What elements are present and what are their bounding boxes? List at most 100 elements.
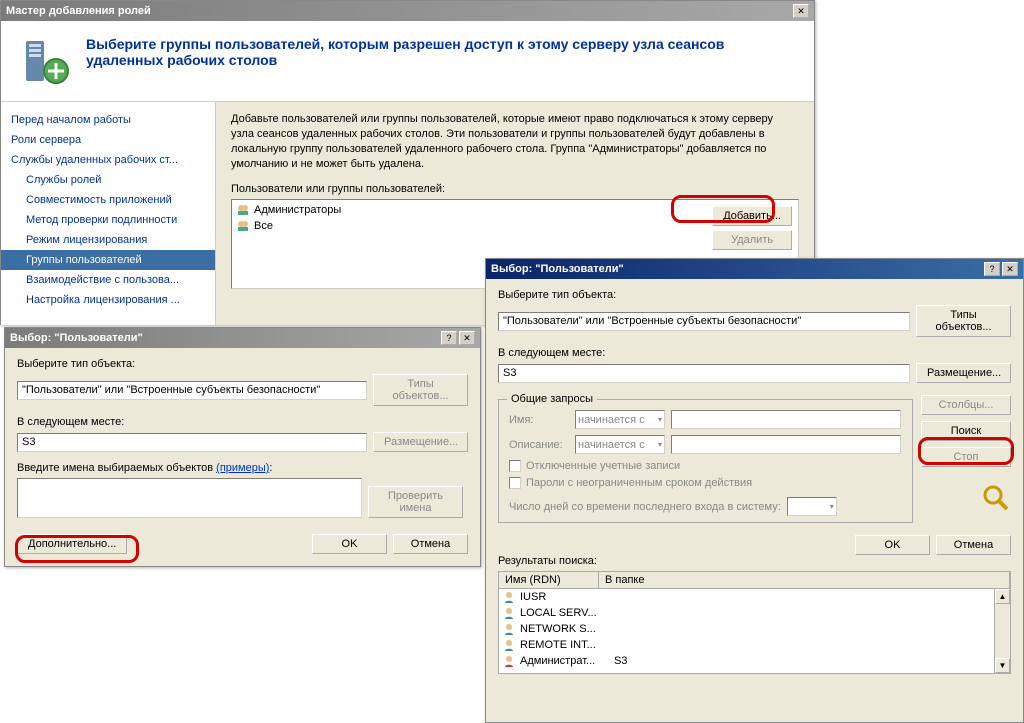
- close-icon[interactable]: ✕: [1002, 262, 1018, 276]
- col-folder[interactable]: В папке: [599, 572, 1010, 588]
- name-filter-input[interactable]: [671, 410, 901, 429]
- location-button[interactable]: Размещение...: [916, 363, 1011, 383]
- titlebar-buttons: ✕: [793, 4, 809, 18]
- dlg2-title: Выбор: "Пользователи": [491, 263, 624, 275]
- magnifier-icon: [981, 483, 1011, 513]
- result-item[interactable]: REMOTE INT...: [499, 637, 1010, 653]
- result-folder: S3: [614, 655, 627, 667]
- delete-button[interactable]: Удалить: [712, 230, 792, 250]
- cancel-button[interactable]: Отмена: [936, 535, 1011, 555]
- group-icon: [236, 219, 250, 233]
- dlg1-titlebar: Выбор: "Пользователи" ? ✕: [5, 328, 480, 348]
- checkbox-label: Отключенные учетные записи: [526, 460, 680, 472]
- nav-server-roles[interactable]: Роли сервера: [1, 130, 215, 150]
- nav-before-start[interactable]: Перед началом работы: [1, 110, 215, 130]
- object-type-field: "Пользователи" или "Встроенные субъекты …: [498, 312, 910, 331]
- wizard-description: Добавьте пользователей или группы пользо…: [231, 112, 799, 171]
- nav-licensing[interactable]: Режим лицензирования: [1, 230, 215, 250]
- search-button[interactable]: Поиск: [921, 421, 1011, 441]
- days-select[interactable]: [787, 497, 837, 516]
- dlg2-titlebar: Выбор: "Пользователи" ? ✕: [486, 259, 1023, 279]
- advanced-button[interactable]: Дополнительно...: [17, 534, 127, 554]
- close-icon[interactable]: ✕: [793, 4, 809, 18]
- stop-button[interactable]: Стоп: [921, 447, 1011, 467]
- result-item[interactable]: LOCAL SERV...: [499, 605, 1010, 621]
- name-condition-select[interactable]: начинается с: [575, 410, 665, 429]
- wizard-title: Мастер добавления ролей: [6, 5, 151, 17]
- server-role-icon: [21, 36, 71, 86]
- scrollbar[interactable]: ▲ ▼: [994, 589, 1010, 673]
- ok-button[interactable]: OK: [855, 535, 930, 555]
- result-item[interactable]: IUSR: [499, 589, 1010, 605]
- dlg1-title: Выбор: "Пользователи": [10, 332, 143, 344]
- user-icon: [502, 654, 516, 668]
- wizard-nav: Перед началом работы Роли сервера Службы…: [1, 102, 216, 325]
- object-types-button[interactable]: Типы объектов...: [916, 305, 1011, 337]
- wizard-heading: Выберите группы пользователей, которым р…: [86, 36, 786, 86]
- location-button[interactable]: Размещение...: [373, 432, 468, 452]
- desc-condition-select[interactable]: начинается с: [575, 435, 665, 454]
- query-panel: Общие запросы Имя: начинается с Описание…: [498, 393, 913, 529]
- add-button[interactable]: Добавить...: [712, 206, 792, 226]
- help-icon[interactable]: ?: [441, 331, 457, 345]
- checkbox-icon: [509, 477, 521, 489]
- nav-user-groups[interactable]: Группы пользователей: [1, 250, 215, 270]
- name-filter-label: Имя:: [509, 414, 569, 426]
- cancel-button[interactable]: Отмена: [393, 534, 468, 554]
- results-list[interactable]: IUSR LOCAL SERV... NETWORK S... REMOTE I…: [498, 589, 1011, 674]
- nav-user-experience[interactable]: Взаимодействие с пользова...: [1, 270, 215, 290]
- results-header: Имя (RDN) В папке: [498, 571, 1011, 589]
- location-field: S3: [498, 364, 910, 383]
- list-item[interactable]: Все: [234, 218, 708, 234]
- nav-app-compat[interactable]: Совместимость приложений: [1, 190, 215, 210]
- col-name[interactable]: Имя (RDN): [499, 572, 599, 588]
- user-icon: [502, 590, 516, 604]
- columns-button[interactable]: Столбцы...: [921, 395, 1011, 415]
- object-type-label: Выберите тип объекта:: [17, 358, 468, 370]
- scroll-down-icon[interactable]: ▼: [995, 658, 1010, 673]
- checkbox-label: Пароли с неограниченным сроком действия: [526, 477, 752, 489]
- user-icon: [502, 638, 516, 652]
- names-label: Введите имена выбираемых объектов (приме…: [17, 462, 468, 474]
- names-input[interactable]: [17, 478, 362, 518]
- results-section: Результаты поиска: Имя (RDN) В папке IUS…: [498, 555, 1011, 674]
- close-icon[interactable]: ✕: [459, 331, 475, 345]
- nav-role-services[interactable]: Службы ролей: [1, 170, 215, 190]
- desc-filter-input[interactable]: [671, 435, 901, 454]
- group-icon: [236, 203, 250, 217]
- examples-link[interactable]: (примеры): [216, 462, 269, 474]
- select-users-dialog-1: Выбор: "Пользователи" ? ✕ Выберите тип о…: [4, 327, 481, 567]
- group-title: Общие запросы: [507, 393, 597, 405]
- nav-license-config[interactable]: Настройка лицензирования ...: [1, 290, 215, 310]
- disabled-accounts-checkbox[interactable]: Отключенные учетные записи: [509, 460, 902, 472]
- names-label-text: Введите имена выбираемых объектов: [17, 462, 213, 474]
- common-queries-group: Общие запросы Имя: начинается с Описание…: [498, 399, 913, 523]
- check-names-button[interactable]: Проверить имена: [368, 486, 463, 518]
- result-name: IUSR: [520, 591, 610, 603]
- select-value: начинается с: [578, 439, 645, 451]
- scroll-up-icon[interactable]: ▲: [995, 589, 1010, 604]
- query-buttons: Столбцы... Поиск Стоп: [921, 393, 1011, 529]
- dlg2-body: Выберите тип объекта: "Пользователи" или…: [486, 279, 1023, 684]
- titlebar-buttons: ? ✕: [984, 262, 1018, 276]
- object-types-button[interactable]: Типы объектов...: [373, 374, 468, 406]
- list-item-label: Все: [254, 220, 273, 232]
- titlebar-buttons: ? ✕: [441, 331, 475, 345]
- help-icon[interactable]: ?: [984, 262, 1000, 276]
- result-item[interactable]: Администрат...S3: [499, 653, 1010, 669]
- user-icon: [502, 622, 516, 636]
- ok-button[interactable]: OK: [312, 534, 387, 554]
- location-label: В следующем месте:: [498, 347, 1011, 359]
- list-item-label: Администраторы: [254, 204, 341, 216]
- nonexpiring-password-checkbox[interactable]: Пароли с неограниченным сроком действия: [509, 477, 902, 489]
- wizard-header: Выберите группы пользователей, которым р…: [1, 21, 814, 102]
- result-item[interactable]: NETWORK S...: [499, 621, 1010, 637]
- list-item[interactable]: Администраторы: [234, 202, 708, 218]
- result-name: NETWORK S...: [520, 623, 610, 635]
- result-name: LOCAL SERV...: [520, 607, 610, 619]
- select-value: начинается с: [578, 414, 645, 426]
- checkbox-icon: [509, 460, 521, 472]
- dlg1-body: Выберите тип объекта: "Пользователи" или…: [5, 348, 480, 564]
- nav-auth-method[interactable]: Метод проверки подлинности: [1, 210, 215, 230]
- nav-rds[interactable]: Службы удаленных рабочих ст...: [1, 150, 215, 170]
